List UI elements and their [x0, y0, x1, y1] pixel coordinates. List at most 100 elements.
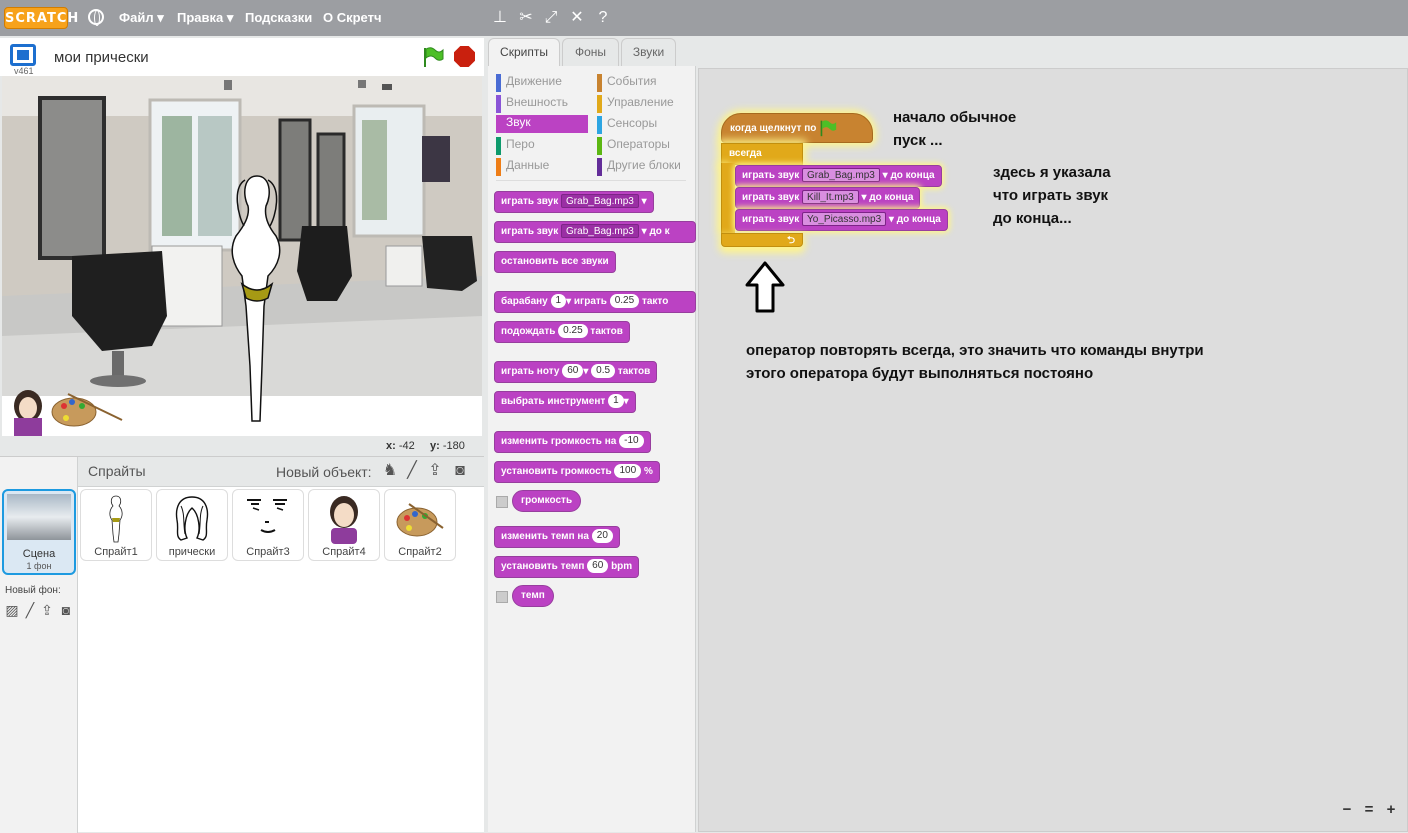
tab-scripts[interactable]: Скрипты — [488, 38, 560, 68]
stage-canvas[interactable] — [2, 76, 482, 436]
backdrop-library-icon[interactable]: ▨ — [4, 602, 20, 618]
block-text: до конца — [896, 214, 941, 225]
help-icon[interactable]: ? — [594, 9, 612, 27]
category-events[interactable]: События — [597, 74, 657, 92]
beats-field[interactable]: 0.25 — [558, 324, 588, 339]
block-change-volume[interactable]: изменить громкость на -10 — [494, 431, 651, 453]
block-change-tempo[interactable]: изменить темп на 20 — [494, 526, 620, 548]
zoom-out-icon[interactable]: − — [1337, 801, 1357, 819]
category-more-blocks[interactable]: Другие блоки — [597, 158, 681, 176]
block-text: выбрать инструмент — [501, 396, 606, 407]
comment-line: что играть звук — [993, 187, 1109, 204]
camera-backdrop-icon[interactable]: ◙ — [58, 602, 74, 618]
block-stop-all-sounds[interactable]: остановить все звуки — [494, 251, 616, 273]
sound-dropdown[interactable]: Yo_Picasso.mp3 — [802, 212, 887, 227]
sprite-tile[interactable]: Спрайт3 — [232, 489, 304, 561]
block-play-drum[interactable]: барабану 1 ▾ играть 0.25 такто — [494, 291, 696, 313]
salon-backdrop — [2, 76, 482, 436]
block-text: когда щелкнут по — [730, 123, 817, 134]
paint-backdrop-icon[interactable]: ╱ — [22, 602, 38, 618]
sprite-tile[interactable]: Спрайт1 — [80, 489, 152, 561]
block-play-note[interactable]: играть ноту 60 ▾ 0.5 тактов — [494, 361, 658, 383]
language-globe-icon[interactable] — [88, 9, 104, 26]
tab-backdrops[interactable]: Фоны — [562, 38, 619, 66]
sound-dropdown[interactable]: Kill_It.mp3 — [802, 190, 859, 205]
project-title[interactable]: мои прически — [54, 49, 149, 66]
sprite-library-icon[interactable]: ♞ — [380, 461, 400, 481]
cut-scissors-icon[interactable]: ✂ — [517, 9, 535, 27]
grow-icon[interactable]: ⤢ — [542, 9, 560, 27]
block-text: изменить темп на — [501, 531, 589, 542]
tempo-field[interactable]: 60 — [587, 559, 609, 574]
shrink-icon[interactable]: ✕ — [568, 9, 586, 27]
up-arrow-icon — [745, 261, 785, 313]
category-control[interactable]: Управление — [597, 95, 674, 113]
sprite-tile[interactable]: прически — [156, 489, 228, 561]
sprite-tile[interactable]: Спрайт4 — [308, 489, 380, 561]
category-sensing[interactable]: Сенсоры — [597, 116, 657, 134]
block-play-sound[interactable]: играть звук Grab_Bag.mp3 ▾ — [494, 191, 654, 213]
block-set-tempo[interactable]: установить темп 60 bpm — [494, 556, 640, 578]
block-text: играть ноту — [501, 366, 560, 377]
script-play-sound-until-done[interactable]: играть звук Grab_Bag.mp3 ▾ до конца — [735, 165, 942, 187]
block-text: установить громкость — [501, 466, 612, 477]
sound-dropdown[interactable]: Grab_Bag.mp3 — [802, 168, 880, 183]
reporter-volume[interactable]: громкость — [512, 490, 582, 512]
duplicate-stamp-icon[interactable]: ⊥ — [491, 9, 509, 27]
category-looks[interactable]: Внешность — [496, 95, 568, 113]
volume-field[interactable]: 100 — [614, 464, 642, 479]
zoom-in-icon[interactable]: + — [1381, 801, 1401, 819]
fullscreen-icon[interactable] — [10, 44, 36, 66]
drum-field[interactable]: 1 — [550, 294, 567, 309]
block-play-sound-until-done[interactable]: играть звук Grab_Bag.mp3 ▾ до к — [494, 221, 696, 243]
beats-field[interactable]: 0.5 — [591, 364, 616, 379]
volume-checkbox[interactable] — [496, 496, 508, 508]
tab-sounds[interactable]: Звуки — [621, 38, 676, 66]
beats-field[interactable]: 0.25 — [609, 294, 640, 309]
forever-block[interactable]: всегда — [721, 143, 803, 165]
scene-thumbnail[interactable]: Сцена 1 фон — [2, 489, 76, 575]
scene-backdrop-count: 1 фон — [26, 561, 52, 571]
upload-backdrop-icon[interactable]: ⇪ — [39, 602, 55, 618]
sound-dropdown[interactable]: Grab_Bag.mp3 — [561, 194, 639, 209]
comment-line: оператор повторять всегда, это значить ч… — [746, 342, 1204, 359]
scratch-logo[interactable]: SCRATCH — [4, 7, 78, 29]
block-text: изменить громкость на — [501, 436, 617, 447]
category-operators[interactable]: Операторы — [597, 137, 670, 155]
category-motion[interactable]: Движение — [496, 74, 562, 92]
reporter-tempo[interactable]: темп — [512, 585, 554, 607]
tempo-checkbox[interactable] — [496, 591, 508, 603]
tempo-field[interactable]: 20 — [591, 529, 613, 544]
menu-file[interactable]: Файл ▾ — [119, 10, 164, 26]
instrument-field[interactable]: 1 — [608, 394, 624, 409]
block-set-instrument[interactable]: выбрать инструмент 1 ▾ — [494, 391, 636, 413]
upload-sprite-icon[interactable]: ⇪ — [425, 461, 445, 481]
comment-line: начало обычное — [893, 109, 1017, 126]
sound-dropdown[interactable]: Grab_Bag.mp3 — [561, 224, 639, 239]
block-set-volume[interactable]: установить громкость 100 % — [494, 461, 660, 483]
camera-sprite-icon[interactable]: ◙ — [450, 461, 470, 481]
block-rest[interactable]: подождать 0.25 тактов — [494, 321, 630, 343]
y-label: y: — [430, 440, 440, 452]
script-play-sound-until-done[interactable]: играть звук Yo_Picasso.mp3 ▾ до конца — [735, 209, 948, 231]
green-flag-icon[interactable] — [422, 46, 444, 68]
menu-tips[interactable]: Подсказки — [245, 10, 312, 25]
stop-icon[interactable] — [454, 46, 475, 67]
category-pen[interactable]: Перо — [496, 137, 535, 155]
note-field[interactable]: 60 — [562, 364, 584, 379]
scripts-area[interactable]: когда щелкнут по всегда играть звук Grab… — [698, 68, 1408, 832]
stage-column: Сцена 1 фон Новый фон: ▨ ╱ ⇪ ◙ — [0, 457, 78, 833]
block-text: до конца — [890, 170, 935, 181]
script-play-sound-until-done[interactable]: играть звук Kill_It.mp3 ▾ до конца — [735, 187, 921, 209]
block-text: тактов — [617, 366, 651, 377]
paint-sprite-icon[interactable]: ╱ — [402, 461, 422, 481]
category-data[interactable]: Данные — [496, 158, 549, 176]
block-text: тактов — [590, 326, 623, 337]
category-sound[interactable]: Звук — [496, 115, 588, 133]
sprite-tile[interactable]: Спрайт2 — [384, 489, 456, 561]
zoom-reset-icon[interactable]: = — [1359, 801, 1379, 819]
menu-about[interactable]: О Скретч — [323, 10, 382, 25]
menu-edit[interactable]: Правка ▾ — [177, 10, 233, 26]
when-flag-clicked-block[interactable]: когда щелкнут по — [721, 113, 873, 143]
volume-field[interactable]: -10 — [619, 434, 644, 449]
